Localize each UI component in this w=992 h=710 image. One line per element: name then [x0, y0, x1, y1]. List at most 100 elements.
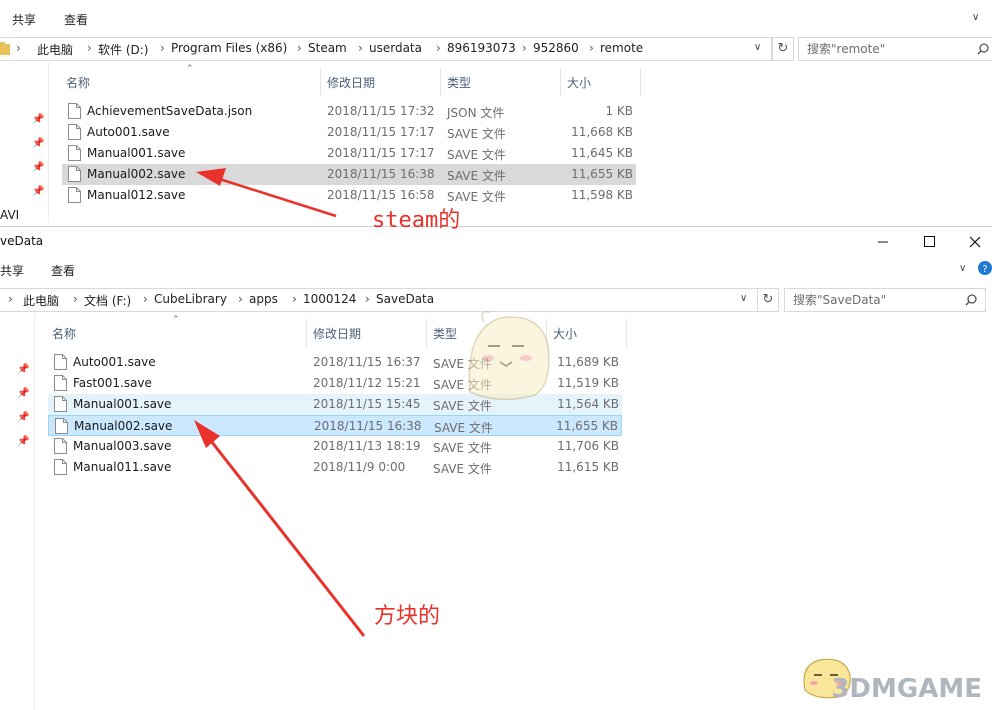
column-divider[interactable]: [426, 319, 427, 347]
search-input[interactable]: [805, 40, 959, 58]
breadcrumb-user-id[interactable]: 896193073: [447, 41, 516, 55]
explorer-window-cube: veData 共享 查看 ∨ ? › 此电脑 › 文档 (F:) › CubeL…: [0, 226, 992, 710]
file-name: Fast001.save: [73, 376, 152, 390]
file-type: SAVE 文件: [433, 462, 492, 476]
column-header-type[interactable]: 类型: [433, 325, 457, 342]
pin-icon[interactable]: 📌: [32, 138, 44, 149]
minimize-button[interactable]: [860, 227, 906, 257]
help-icon[interactable]: ?: [978, 261, 992, 275]
table-row[interactable]: Manual001.save 2018/11/15 17:17 SAVE 文件 11,…: [62, 143, 636, 164]
table-row[interactable]: Manual001.save 2018/11/15 15:45 SAVE 文件 11,…: [48, 394, 622, 415]
column-header-date[interactable]: 修改日期: [327, 74, 375, 91]
pin-icon[interactable]: 📌: [17, 388, 29, 399]
column-header-type[interactable]: 类型: [447, 74, 471, 91]
table-row[interactable]: AchievementSaveData.json 2018/11/15 17:32…: [62, 101, 636, 122]
pin-icon[interactable]: 📌: [32, 186, 44, 197]
ribbon-tab-share[interactable]: 共享: [0, 262, 24, 279]
breadcrumb-drive-d[interactable]: 软件 (D:): [98, 41, 148, 58]
file-name: AchievementSaveData.json: [87, 104, 253, 118]
refresh-icon[interactable]: ↻: [757, 288, 779, 312]
explorer-window-steam: 共享 查看 ∨ › 此电脑 › 软件 (D:) › Program Files …: [0, 0, 992, 222]
breadcrumb-this-pc[interactable]: 此电脑: [37, 41, 73, 58]
breadcrumb-drive-f[interactable]: 文档 (F:): [84, 292, 131, 309]
ribbon-tab-view[interactable]: 查看: [64, 11, 88, 28]
column-divider[interactable]: [440, 68, 441, 96]
pin-icon[interactable]: 📌: [32, 114, 44, 125]
file-icon: [54, 375, 67, 391]
file-icon: [54, 438, 67, 454]
navigation-pane: 📌 📌 📌 📌: [0, 313, 35, 710]
file-icon: [54, 396, 67, 412]
table-row[interactable]: Fast001.save 2018/11/12 15:21 SAVE 文件 11,51…: [48, 373, 622, 394]
address-bar[interactable]: › 此电脑 › 文档 (F:) › CubeLibrary › apps › 1…: [0, 288, 758, 312]
breadcrumb-userdata[interactable]: userdata: [369, 41, 422, 55]
breadcrumb-savedata[interactable]: SaveData: [376, 292, 434, 306]
nav-item-fragment[interactable]: AVI: [0, 208, 19, 222]
search-box[interactable]: [798, 37, 992, 61]
table-row[interactable]: Manual011.save 2018/11/9 0:00 SAVE 文件 11,61…: [48, 457, 622, 478]
file-size: 11,655 KB: [571, 167, 633, 181]
file-name: Auto001.save: [87, 125, 170, 139]
file-icon: [68, 166, 81, 182]
window-title: veData: [0, 234, 44, 248]
pin-icon[interactable]: 📌: [32, 162, 44, 173]
title-bar[interactable]: veData: [0, 227, 992, 257]
file-date: 2018/11/9 0:00: [313, 460, 406, 474]
pin-icon[interactable]: 📌: [17, 412, 29, 423]
address-dropdown-chevron-icon[interactable]: ∨: [754, 42, 761, 53]
ribbon-expand-chevron-icon[interactable]: ∨: [959, 263, 966, 274]
file-icon: [68, 124, 81, 140]
column-header-date[interactable]: 修改日期: [313, 325, 361, 342]
minimize-icon: [878, 241, 888, 243]
column-divider[interactable]: [320, 68, 321, 96]
address-dropdown-chevron-icon[interactable]: ∨: [740, 293, 747, 304]
ribbon-tab-share[interactable]: 共享: [12, 11, 36, 28]
file-date: 2018/11/15 16:37: [313, 355, 421, 369]
column-divider[interactable]: [640, 68, 641, 96]
table-row[interactable]: Auto001.save 2018/11/15 16:37 SAVE 文件 11,68…: [48, 352, 622, 373]
ribbon-tab-view[interactable]: 查看: [51, 262, 75, 279]
pin-icon[interactable]: 📌: [17, 436, 29, 447]
file-size: 11,615 KB: [557, 460, 619, 474]
file-size: 11,645 KB: [571, 146, 633, 160]
column-header-name[interactable]: 名称: [66, 74, 90, 91]
file-icon: [54, 354, 67, 370]
column-divider[interactable]: [306, 319, 307, 347]
file-size: 11,564 KB: [557, 397, 619, 411]
breadcrumb-app-id[interactable]: 952860: [533, 41, 579, 55]
column-header-size[interactable]: 大小: [567, 74, 591, 91]
table-row[interactable]: Manual012.save 2018/11/15 16:58 SAVE 文件 11,…: [62, 185, 636, 206]
file-date: 2018/11/13 18:19: [313, 439, 421, 453]
address-bar[interactable]: › 此电脑 › 软件 (D:) › Program Files (x86) › …: [0, 37, 772, 61]
column-header-name[interactable]: 名称: [52, 325, 76, 342]
breadcrumb-remote[interactable]: remote: [600, 41, 643, 55]
column-divider[interactable]: [560, 68, 561, 96]
breadcrumb-steam[interactable]: Steam: [308, 41, 347, 55]
maximize-button[interactable]: [906, 227, 952, 257]
pin-icon[interactable]: 📌: [17, 364, 29, 375]
refresh-icon[interactable]: ↻: [772, 37, 794, 61]
breadcrumb-app-id[interactable]: 1000124: [303, 292, 356, 306]
folder-icon: [0, 42, 10, 55]
breadcrumb-cubelibrary[interactable]: CubeLibrary: [154, 292, 227, 306]
column-divider[interactable]: [546, 319, 547, 347]
file-name: Manual001.save: [87, 146, 186, 160]
table-row[interactable]: Manual002.save 2018/11/15 16:38 SAVE 文件 11,…: [48, 415, 622, 436]
search-input[interactable]: [791, 291, 945, 309]
search-box[interactable]: [784, 288, 986, 312]
table-row[interactable]: Manual002.save 2018/11/15 16:38 SAVE 文件 11,…: [62, 164, 636, 185]
close-button[interactable]: [952, 227, 992, 257]
breadcrumb-this-pc[interactable]: 此电脑: [23, 292, 59, 309]
column-header-size[interactable]: 大小: [553, 325, 577, 342]
column-divider[interactable]: [626, 319, 627, 347]
file-type: SAVE 文件: [447, 169, 506, 183]
file-type: SAVE 文件: [433, 441, 492, 455]
search-icon[interactable]: [977, 43, 989, 55]
breadcrumb-program-files[interactable]: Program Files (x86): [171, 41, 287, 55]
table-row[interactable]: Auto001.save 2018/11/15 17:17 SAVE 文件 11,66…: [62, 122, 636, 143]
file-name: Auto001.save: [73, 355, 156, 369]
search-icon[interactable]: [965, 294, 977, 306]
table-row[interactable]: Manual003.save 2018/11/13 18:19 SAVE 文件 11,…: [48, 436, 622, 457]
breadcrumb-apps[interactable]: apps: [249, 292, 278, 306]
ribbon-expand-chevron-icon[interactable]: ∨: [972, 12, 979, 23]
